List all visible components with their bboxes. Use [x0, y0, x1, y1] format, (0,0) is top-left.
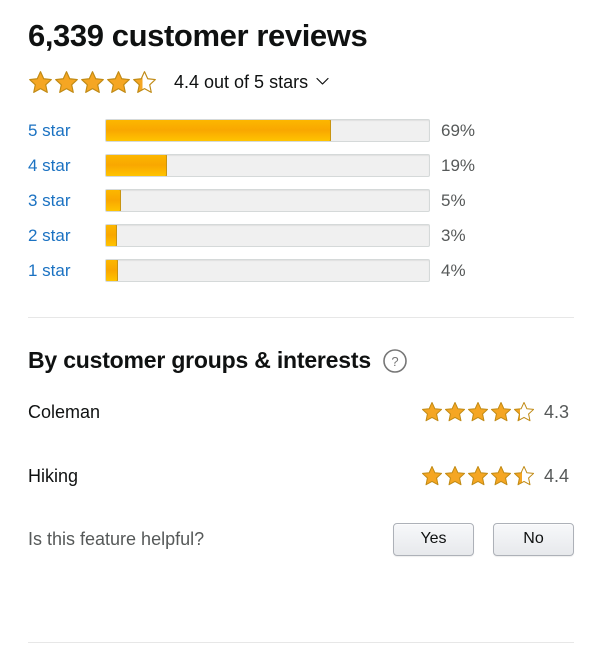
groups-section-header: By customer groups & interests ?	[28, 346, 574, 375]
feedback-yes-button[interactable]: Yes	[393, 522, 474, 556]
star-icon	[444, 465, 466, 486]
chevron-down-icon[interactable]	[316, 73, 329, 91]
histogram-percent-1-star: 4%	[441, 261, 466, 280]
overall-star-rating	[28, 70, 157, 95]
group-star-rating	[421, 401, 535, 423]
feedback-question: Is this feature helpful?	[28, 529, 205, 549]
histogram-bar-track[interactable]	[105, 189, 430, 212]
star-icon	[421, 401, 443, 422]
histogram-bar-track[interactable]	[105, 224, 430, 247]
star-icon	[107, 70, 130, 93]
group-score: 4.4	[544, 466, 570, 486]
star-icon	[513, 401, 535, 422]
histogram-bar-fill	[106, 155, 167, 176]
overall-rating-row: 4.4 out of 5 stars	[28, 67, 574, 97]
histogram-percent-5-star: 69%	[441, 121, 476, 140]
page-title: 6,339 customer reviews	[28, 18, 368, 53]
histogram-label-1-star[interactable]: 1 star	[28, 260, 105, 281]
star-icon	[490, 401, 512, 422]
section-divider	[28, 317, 574, 318]
histogram-bar-track[interactable]	[105, 154, 430, 177]
customer-reviews-panel: 6,339 customer reviews 4.4 out of 5 star…	[0, 0, 602, 648]
overall-rating-label: 4.4 out of 5 stars	[174, 72, 309, 92]
group-rating: 4.4	[421, 465, 574, 487]
histogram-bar-fill	[106, 190, 121, 211]
histogram-label-4-star[interactable]: 4 star	[28, 155, 105, 176]
feedback-no-button[interactable]: No	[493, 522, 574, 556]
histogram-bar-fill	[106, 225, 117, 246]
star-icon	[490, 465, 512, 486]
group-name: Coleman	[28, 402, 101, 422]
svg-text:?: ?	[391, 354, 398, 369]
group-star-rating	[421, 465, 535, 487]
help-circle-icon[interactable]: ?	[382, 348, 408, 374]
star-icon	[133, 70, 156, 93]
star-icon	[29, 70, 52, 93]
histogram-row: 1 star 4%	[28, 253, 574, 288]
histogram-row: 2 star 3%	[28, 218, 574, 253]
histogram-bar-fill	[106, 260, 118, 281]
histogram-label-5-star[interactable]: 5 star	[28, 120, 105, 141]
group-row-coleman: Coleman 4.3	[28, 385, 574, 439]
group-score: 4.3	[544, 402, 570, 422]
star-icon	[421, 465, 443, 486]
groups-section-title: By customer groups & interests	[28, 347, 371, 373]
histogram-percent-2-star: 3%	[441, 226, 466, 245]
star-icon	[81, 70, 104, 93]
star-icon	[467, 465, 489, 486]
star-icon	[513, 465, 535, 486]
group-rating: 4.3	[421, 401, 574, 423]
star-icon	[467, 401, 489, 422]
histogram-row: 3 star 5%	[28, 183, 574, 218]
histogram-percent-3-star: 5%	[441, 191, 466, 210]
histogram-label-3-star[interactable]: 3 star	[28, 190, 105, 211]
bottom-divider	[28, 642, 574, 643]
star-icon	[444, 401, 466, 422]
histogram-percent-4-star: 19%	[441, 156, 476, 175]
histogram-label-2-star[interactable]: 2 star	[28, 225, 105, 246]
star-icon	[55, 70, 78, 93]
histogram-bar-track[interactable]	[105, 119, 430, 142]
histogram-bar-fill	[106, 120, 331, 141]
rating-histogram: 5 star 69% 4 star 19% 3 star 5% 2 star 3…	[28, 113, 574, 288]
group-row-hiking: Hiking 4.4	[28, 449, 574, 503]
histogram-row: 5 star 69%	[28, 113, 574, 148]
histogram-row: 4 star 19%	[28, 148, 574, 183]
feature-feedback-row: Is this feature helpful? Yes No	[28, 521, 574, 557]
histogram-bar-track[interactable]	[105, 259, 430, 282]
group-name: Hiking	[28, 466, 79, 486]
